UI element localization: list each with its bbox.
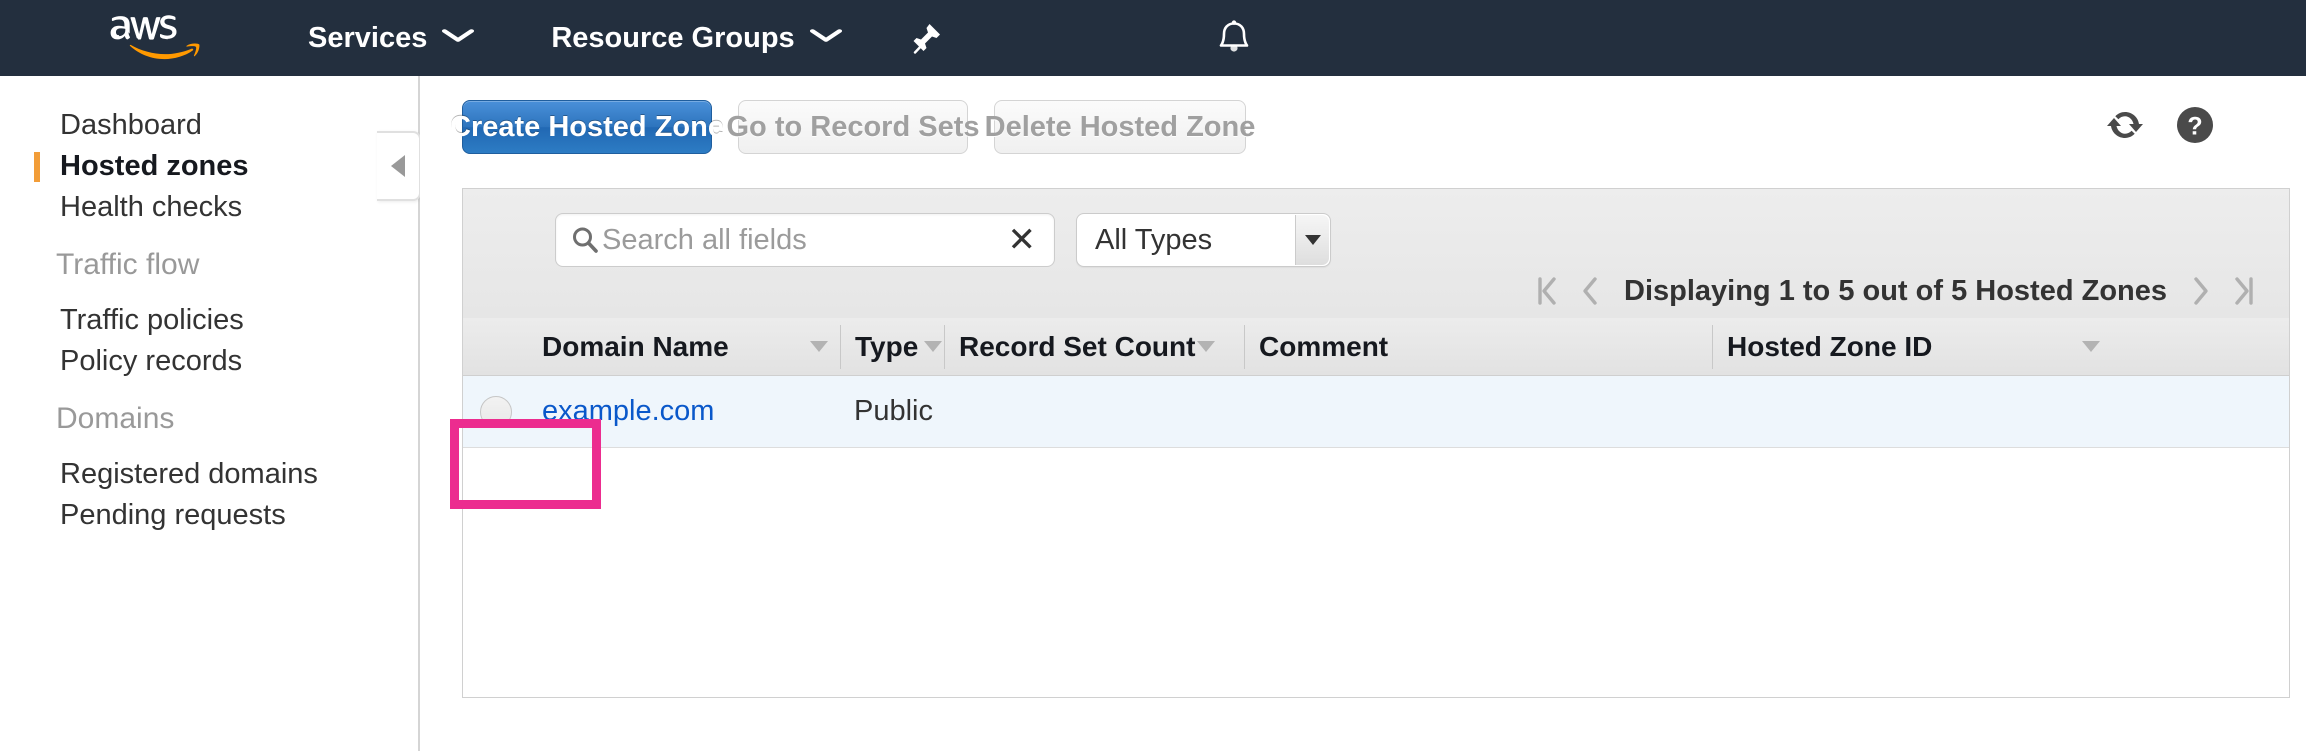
cell-type: Public xyxy=(854,395,933,427)
sort-dropdown-icon[interactable] xyxy=(810,341,828,352)
chevron-down-icon[interactable] xyxy=(1295,215,1329,265)
column-header-label: Type xyxy=(855,330,919,362)
cell-domain-name: example.com xyxy=(528,376,840,448)
type-filter-select[interactable]: All Types xyxy=(1076,213,1331,267)
sidebar: Dashboard Hosted zones Health checks Tra… xyxy=(0,76,420,751)
delete-hosted-zone-button[interactable]: Delete Hosted Zone xyxy=(985,100,1255,154)
row-select-cell[interactable] xyxy=(463,376,528,448)
pin-icon[interactable] xyxy=(912,22,942,54)
pagination-status: Displaying 1 to 5 out of 5 Hosted Zones xyxy=(1624,274,2167,307)
column-header-label: Domain Name xyxy=(542,330,729,362)
column-header-hosted-zone-id[interactable]: Hosted Zone ID xyxy=(1712,324,2112,369)
search-input[interactable] xyxy=(602,223,1008,257)
create-hosted-zone-label: Create Hosted Zone xyxy=(450,110,724,143)
delete-hosted-zone-label: Delete Hosted Zone xyxy=(984,110,1256,143)
main-content: Create Hosted Zone Go to Record Sets Del… xyxy=(420,76,2306,751)
sidebar-item-hosted-zones[interactable]: Hosted zones xyxy=(34,150,249,183)
nav-resource-groups[interactable]: Resource Groups xyxy=(551,21,842,55)
cell-hosted-zone-id xyxy=(1712,376,2112,448)
table-row[interactable]: example.com Public xyxy=(463,376,2289,448)
sort-dropdown-icon[interactable] xyxy=(2082,341,2100,352)
table-header-select-spacer xyxy=(463,325,528,369)
column-header-label: Comment xyxy=(1259,330,1389,362)
svg-text:?: ? xyxy=(2187,112,2202,140)
column-header-label: Hosted Zone ID xyxy=(1727,330,1933,362)
sidebar-item-dashboard[interactable]: Dashboard xyxy=(60,109,202,142)
pagination-controls: Displaying 1 to 5 out of 5 Hosted Zones xyxy=(1524,271,2267,311)
sidebar-item-health-checks[interactable]: Health checks xyxy=(60,191,242,224)
cell-comment xyxy=(1244,376,1712,448)
sidebar-item-traffic-policies[interactable]: Traffic policies xyxy=(60,304,244,337)
cell-record-set-count xyxy=(944,376,1244,448)
table-controls-panel: ✕ All Types Displaying 1 to 5 out of 5 H… xyxy=(462,188,2290,318)
prev-page-icon[interactable] xyxy=(1580,275,1600,307)
column-header-domain-name[interactable]: Domain Name xyxy=(528,325,840,369)
top-navigation-bar: Services Resource Groups xyxy=(0,0,2306,76)
hosted-zone-link[interactable]: example.com xyxy=(542,395,714,428)
sidebar-section-traffic-flow: Traffic flow xyxy=(56,248,199,282)
nav-services[interactable]: Services xyxy=(308,21,475,55)
chevron-down-icon xyxy=(809,27,842,49)
sidebar-section-label: Traffic flow xyxy=(56,248,200,281)
column-header-type[interactable]: Type xyxy=(840,324,944,369)
sidebar-item-label: Pending requests xyxy=(60,499,286,531)
sidebar-item-label: Traffic policies xyxy=(60,304,244,336)
last-page-icon[interactable] xyxy=(2231,275,2257,307)
go-to-record-sets-button[interactable]: Go to Record Sets xyxy=(727,100,980,154)
sidebar-item-label: Health checks xyxy=(60,191,243,223)
clear-search-icon[interactable]: ✕ xyxy=(1008,223,1037,257)
sidebar-item-label: Policy records xyxy=(60,345,243,377)
row-radio-button[interactable] xyxy=(479,395,512,428)
refresh-icon xyxy=(2105,105,2145,150)
next-page-icon[interactable] xyxy=(2191,275,2211,307)
sidebar-item-registered-domains[interactable]: Registered domains xyxy=(60,458,318,491)
help-button[interactable]: ? xyxy=(2172,104,2218,150)
search-icon xyxy=(570,225,600,255)
aws-logo[interactable] xyxy=(110,12,202,64)
sidebar-item-policy-records[interactable]: Policy records xyxy=(60,345,242,378)
sidebar-item-pending-requests[interactable]: Pending requests xyxy=(60,499,286,532)
create-hosted-zone-button[interactable]: Create Hosted Zone xyxy=(450,100,724,154)
collapse-left-icon xyxy=(391,155,405,177)
sidebar-item-label: Dashboard xyxy=(60,109,202,141)
sidebar-section-label: Domains xyxy=(56,402,175,435)
sort-dropdown-icon[interactable] xyxy=(924,341,943,352)
sort-dropdown-icon[interactable] xyxy=(1197,341,1216,352)
sidebar-item-label: Hosted zones xyxy=(60,150,249,182)
chevron-down-icon xyxy=(442,27,475,49)
nav-resource-groups-label: Resource Groups xyxy=(551,21,795,54)
hosted-zones-table: Domain Name Type Record Set Count Commen… xyxy=(462,318,2290,698)
table-header-row: Domain Name Type Record Set Count Commen… xyxy=(463,318,2289,376)
column-header-label: Record Set Count xyxy=(959,330,1196,362)
column-header-comment[interactable]: Comment xyxy=(1244,324,1712,369)
type-filter-value: All Types xyxy=(1095,223,1213,256)
nav-services-label: Services xyxy=(308,21,428,54)
sidebar-section-domains: Domains xyxy=(56,402,174,436)
column-header-record-set-count[interactable]: Record Set Count xyxy=(944,324,1244,369)
action-toolbar: Create Hosted Zone Go to Record Sets Del… xyxy=(420,100,2306,166)
sidebar-item-label: Registered domains xyxy=(60,458,318,490)
bell-icon[interactable] xyxy=(1217,20,1251,56)
first-page-icon[interactable] xyxy=(1534,275,1560,307)
go-to-record-sets-label: Go to Record Sets xyxy=(726,110,980,143)
refresh-button[interactable] xyxy=(2102,104,2148,150)
help-icon: ? xyxy=(2174,104,2216,151)
sidebar-collapse-toggle[interactable] xyxy=(377,131,421,201)
search-field-wrapper[interactable]: ✕ xyxy=(555,213,1055,267)
